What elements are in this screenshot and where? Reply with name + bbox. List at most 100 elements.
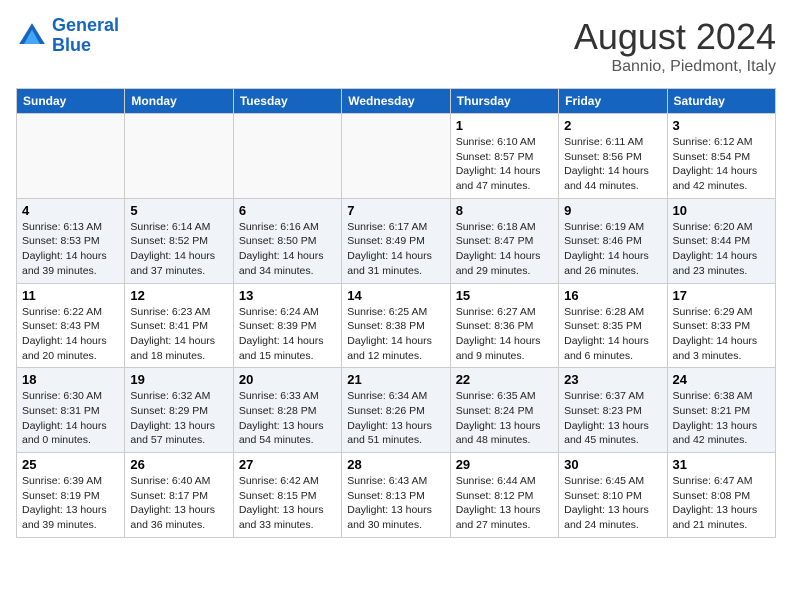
calendar-cell: 5 Sunrise: 6:14 AMSunset: 8:52 PMDaylight…: [125, 198, 233, 283]
calendar-header-row: SundayMondayTuesdayWednesdayThursdayFrid…: [17, 89, 776, 114]
day-number: 1: [456, 118, 553, 133]
day-info: Sunrise: 6:16 AMSunset: 8:50 PMDaylight:…: [239, 220, 336, 279]
day-info: Sunrise: 6:39 AMSunset: 8:19 PMDaylight:…: [22, 474, 119, 533]
day-number: 14: [347, 288, 444, 303]
day-number: 2: [564, 118, 661, 133]
calendar-cell: 8Sunrise: 6:18 AMSunset: 8:47 PMDaylight…: [450, 198, 558, 283]
day-info: Sunrise: 6:30 AMSunset: 8:31 PMDaylight:…: [22, 389, 119, 448]
day-info: Sunrise: 6:27 AMSunset: 8:36 PMDaylight:…: [456, 305, 553, 364]
day-number: 31: [673, 457, 770, 472]
day-info: Sunrise: 6:20 AMSunset: 8:44 PMDaylight:…: [673, 220, 770, 279]
day-header-saturday: Saturday: [667, 89, 775, 114]
calendar-cell: 30 Sunrise: 6:45 AMSunset: 8:10 PMDayligh…: [559, 453, 667, 538]
day-info: Sunrise: 6:10 AMSunset: 8:57 PMDaylight:…: [456, 135, 553, 194]
day-number: 27: [239, 457, 336, 472]
logo-text: General Blue: [52, 16, 119, 56]
day-info: Sunrise: 6:47 AMSunset: 8:08 PMDaylight:…: [673, 474, 770, 533]
logo-line2: Blue: [52, 35, 91, 55]
calendar-cell: 27 Sunrise: 6:42 AMSunset: 8:15 PMDayligh…: [233, 453, 341, 538]
day-info: Sunrise: 6:17 AMSunset: 8:49 PMDaylight:…: [347, 220, 444, 279]
day-header-wednesday: Wednesday: [342, 89, 450, 114]
day-info: Sunrise: 6:13 AMSunset: 8:53 PMDaylight:…: [22, 220, 119, 279]
day-number: 23: [564, 372, 661, 387]
title-block: August 2024 Bannio, Piedmont, Italy: [574, 16, 776, 76]
day-number: 12: [130, 288, 227, 303]
calendar-cell: 25 Sunrise: 6:39 AMSunset: 8:19 PMDayligh…: [17, 453, 125, 538]
day-number: 20: [239, 372, 336, 387]
day-info: Sunrise: 6:34 AMSunset: 8:26 PMDaylight:…: [347, 389, 444, 448]
calendar-cell: 21 Sunrise: 6:34 AMSunset: 8:26 PMDayligh…: [342, 368, 450, 453]
calendar-week-2: 4 Sunrise: 6:13 AMSunset: 8:53 PMDaylight…: [17, 198, 776, 283]
day-number: 6: [239, 203, 336, 218]
day-info: Sunrise: 6:45 AMSunset: 8:10 PMDaylight:…: [564, 474, 661, 533]
day-number: 18: [22, 372, 119, 387]
day-number: 15: [456, 288, 553, 303]
calendar-cell: 11 Sunrise: 6:22 AMSunset: 8:43 PMDayligh…: [17, 283, 125, 368]
calendar-cell: 13Sunrise: 6:24 AMSunset: 8:39 PMDayligh…: [233, 283, 341, 368]
calendar-cell: 4 Sunrise: 6:13 AMSunset: 8:53 PMDaylight…: [17, 198, 125, 283]
calendar-week-1: 1 Sunrise: 6:10 AMSunset: 8:57 PMDaylight…: [17, 114, 776, 199]
calendar-cell: [342, 114, 450, 199]
subtitle: Bannio, Piedmont, Italy: [574, 58, 776, 76]
day-number: 25: [22, 457, 119, 472]
day-info: Sunrise: 6:33 AMSunset: 8:28 PMDaylight:…: [239, 389, 336, 448]
day-number: 4: [22, 203, 119, 218]
calendar-cell: [233, 114, 341, 199]
day-info: Sunrise: 6:37 AMSunset: 8:23 PMDaylight:…: [564, 389, 661, 448]
calendar-cell: 26Sunrise: 6:40 AMSunset: 8:17 PMDayligh…: [125, 453, 233, 538]
day-info: Sunrise: 6:35 AMSunset: 8:24 PMDaylight:…: [456, 389, 553, 448]
day-info: Sunrise: 6:38 AMSunset: 8:21 PMDaylight:…: [673, 389, 770, 448]
calendar: SundayMondayTuesdayWednesdayThursdayFrid…: [16, 88, 776, 538]
day-info: Sunrise: 6:23 AMSunset: 8:41 PMDaylight:…: [130, 305, 227, 364]
day-number: 10: [673, 203, 770, 218]
logo-icon: [16, 20, 48, 52]
day-info: Sunrise: 6:14 AMSunset: 8:52 PMDaylight:…: [130, 220, 227, 279]
day-number: 21: [347, 372, 444, 387]
day-number: 11: [22, 288, 119, 303]
day-header-tuesday: Tuesday: [233, 89, 341, 114]
day-number: 8: [456, 203, 553, 218]
calendar-cell: 10 Sunrise: 6:20 AMSunset: 8:44 PMDayligh…: [667, 198, 775, 283]
logo: General Blue: [16, 16, 119, 56]
calendar-cell: 22 Sunrise: 6:35 AMSunset: 8:24 PMDayligh…: [450, 368, 558, 453]
calendar-cell: 9Sunrise: 6:19 AMSunset: 8:46 PMDaylight…: [559, 198, 667, 283]
day-number: 29: [456, 457, 553, 472]
day-info: Sunrise: 6:40 AMSunset: 8:17 PMDaylight:…: [130, 474, 227, 533]
day-number: 5: [130, 203, 227, 218]
day-info: Sunrise: 6:29 AMSunset: 8:33 PMDaylight:…: [673, 305, 770, 364]
calendar-cell: 16 Sunrise: 6:28 AMSunset: 8:35 PMDayligh…: [559, 283, 667, 368]
day-header-thursday: Thursday: [450, 89, 558, 114]
day-info: Sunrise: 6:22 AMSunset: 8:43 PMDaylight:…: [22, 305, 119, 364]
calendar-cell: 18 Sunrise: 6:30 AMSunset: 8:31 PMDayligh…: [17, 368, 125, 453]
day-info: Sunrise: 6:28 AMSunset: 8:35 PMDaylight:…: [564, 305, 661, 364]
calendar-cell: 31 Sunrise: 6:47 AMSunset: 8:08 PMDayligh…: [667, 453, 775, 538]
calendar-week-3: 11 Sunrise: 6:22 AMSunset: 8:43 PMDayligh…: [17, 283, 776, 368]
day-header-sunday: Sunday: [17, 89, 125, 114]
day-info: Sunrise: 6:12 AMSunset: 8:54 PMDaylight:…: [673, 135, 770, 194]
day-number: 22: [456, 372, 553, 387]
day-info: Sunrise: 6:42 AMSunset: 8:15 PMDaylight:…: [239, 474, 336, 533]
calendar-cell: 23 Sunrise: 6:37 AMSunset: 8:23 PMDayligh…: [559, 368, 667, 453]
calendar-cell: [125, 114, 233, 199]
day-number: 13: [239, 288, 336, 303]
calendar-cell: 17Sunrise: 6:29 AMSunset: 8:33 PMDayligh…: [667, 283, 775, 368]
calendar-cell: 14Sunrise: 6:25 AMSunset: 8:38 PMDayligh…: [342, 283, 450, 368]
day-info: Sunrise: 6:43 AMSunset: 8:13 PMDaylight:…: [347, 474, 444, 533]
day-info: Sunrise: 6:11 AMSunset: 8:56 PMDaylight:…: [564, 135, 661, 194]
day-number: 30: [564, 457, 661, 472]
logo-line1: General: [52, 15, 119, 35]
calendar-cell: 1 Sunrise: 6:10 AMSunset: 8:57 PMDaylight…: [450, 114, 558, 199]
calendar-cell: 12 Sunrise: 6:23 AMSunset: 8:41 PMDayligh…: [125, 283, 233, 368]
page-header: General Blue August 2024 Bannio, Piedmon…: [16, 16, 776, 76]
calendar-cell: [17, 114, 125, 199]
calendar-cell: 2 Sunrise: 6:11 AMSunset: 8:56 PMDaylight…: [559, 114, 667, 199]
day-number: 19: [130, 372, 227, 387]
day-info: Sunrise: 6:32 AMSunset: 8:29 PMDaylight:…: [130, 389, 227, 448]
day-number: 28: [347, 457, 444, 472]
calendar-cell: 20 Sunrise: 6:33 AMSunset: 8:28 PMDayligh…: [233, 368, 341, 453]
day-number: 16: [564, 288, 661, 303]
day-number: 9: [564, 203, 661, 218]
calendar-cell: 24Sunrise: 6:38 AMSunset: 8:21 PMDayligh…: [667, 368, 775, 453]
calendar-cell: 3Sunrise: 6:12 AMSunset: 8:54 PMDaylight…: [667, 114, 775, 199]
day-header-monday: Monday: [125, 89, 233, 114]
